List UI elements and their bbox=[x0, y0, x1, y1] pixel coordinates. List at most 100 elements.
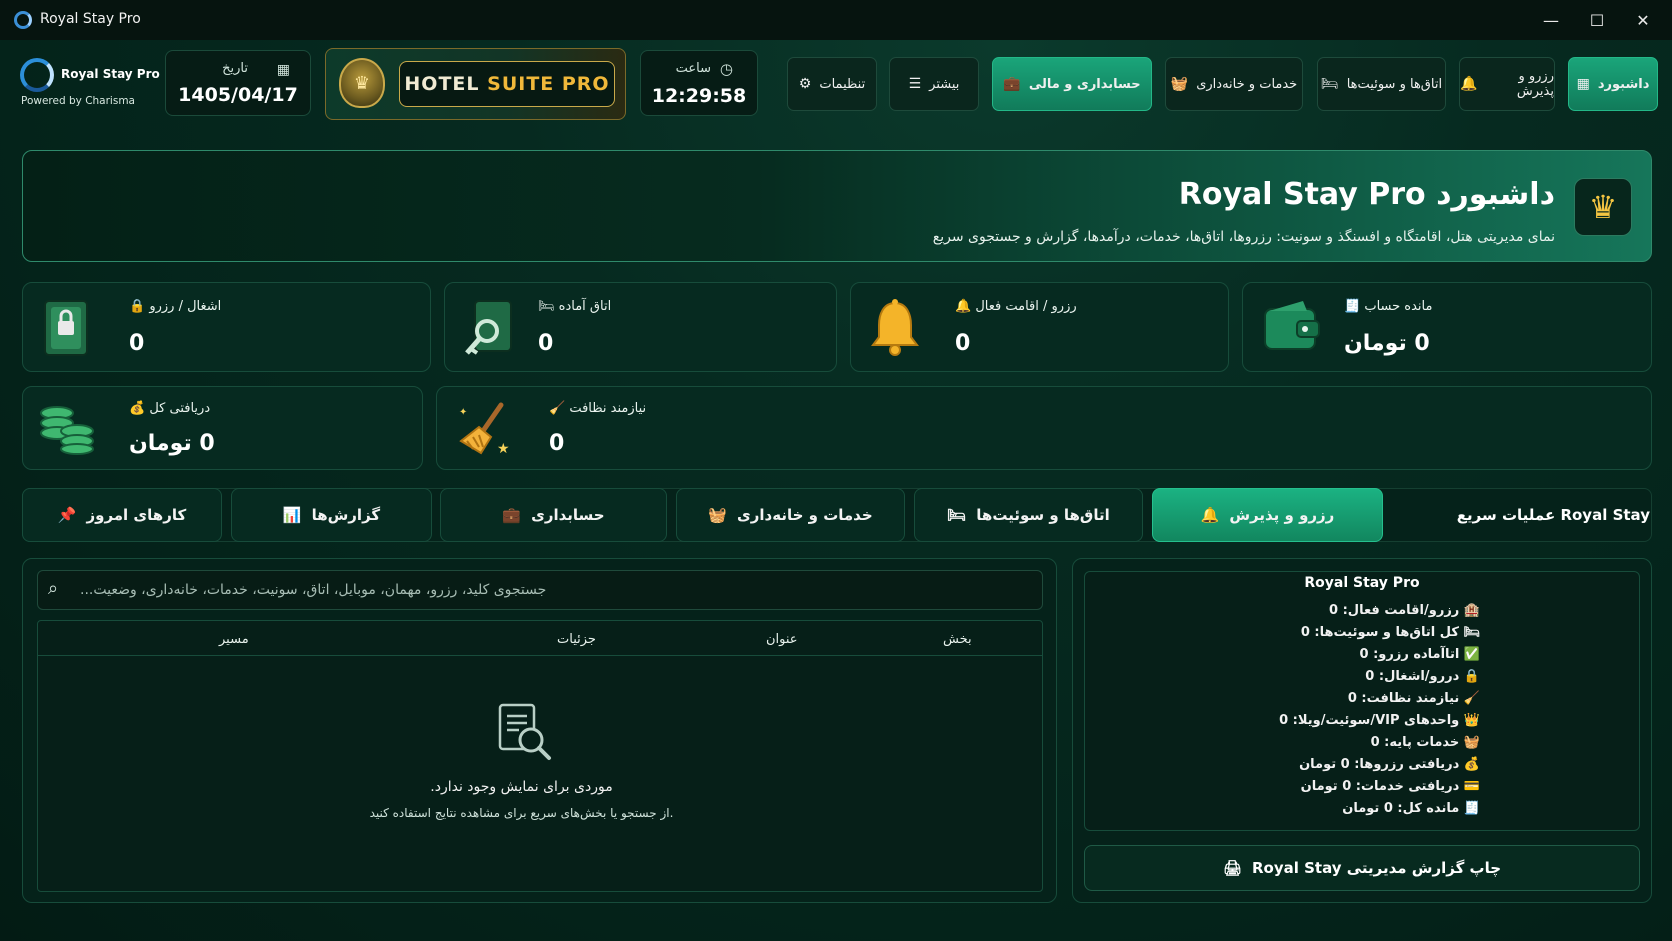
summary-row-icon: 🧾 bbox=[1463, 801, 1480, 816]
stat-active-stay-label: رزرو / اقامت فعال 🔔 bbox=[955, 299, 1077, 314]
stat-active-stay-text: رزرو / اقامت فعال bbox=[975, 299, 1077, 314]
nav-reservation[interactable]: رزرو و پذیرش 🔔 bbox=[1459, 57, 1555, 111]
chart-icon: 📊 bbox=[282, 506, 302, 524]
tab-reservation-label: رزرو و پذیرش bbox=[1229, 506, 1335, 524]
bell-icon: 🔔 bbox=[1460, 76, 1478, 92]
stat-balance: مانده حساب 🧾 0 تومان bbox=[1242, 282, 1652, 372]
brand-text-primary: HOTEL bbox=[404, 73, 480, 95]
date-value: 1405/04/17 bbox=[178, 84, 298, 106]
nav-dashboard[interactable]: داشبورد ▦ bbox=[1568, 57, 1658, 111]
summary-row-icon: 💰 bbox=[1463, 757, 1480, 772]
summary-row-icon: 🧹 bbox=[1463, 691, 1480, 706]
stat-active-stay: رزرو / اقامت فعال 🔔 0 bbox=[850, 282, 1229, 372]
search-icon: ⌕ bbox=[48, 578, 59, 599]
summary-row: 🧹 نیازمند نظافت: 0 bbox=[1100, 691, 1480, 706]
logo-name: Royal Stay Pro bbox=[61, 67, 160, 81]
summary-row: 🧾 مانده کل: 0 تومان bbox=[1100, 801, 1480, 816]
stat-cleaning: ★ ✦ نیازمند نظافت 🧹 0 bbox=[436, 386, 1652, 470]
stat-total-received-label: دریافتی کل 💰 bbox=[129, 401, 211, 416]
hero-title: داشبورد Royal Stay Pro bbox=[1178, 177, 1555, 212]
summary-row: 🏨 رزرو/اقامت فعال: 0 bbox=[1100, 603, 1480, 618]
broom-icon: ★ ✦ bbox=[457, 401, 513, 457]
tab-rooms[interactable]: اتاق‌ها و سوئیت‌ها 🛏 bbox=[914, 488, 1143, 542]
summary-row-icon: ✅ bbox=[1463, 647, 1480, 662]
search-input[interactable] bbox=[80, 571, 1040, 609]
column-header-details[interactable]: جزئیات bbox=[557, 632, 596, 647]
summary-row-text: دریافتی خدمات: 0 تومان bbox=[1300, 779, 1460, 794]
locked-door-icon bbox=[41, 299, 91, 357]
tab-rooms-label: اتاق‌ها و سوئیت‌ها bbox=[976, 506, 1110, 524]
nav-accounting-label: حسابداری و مالی bbox=[1028, 76, 1141, 92]
dashboard-icon: ▦ bbox=[1576, 76, 1590, 92]
column-header-title[interactable]: عنوان bbox=[766, 632, 798, 647]
summary-row: 👑 واحدهای VIP/سوئیت/ویلا: 0 bbox=[1100, 713, 1480, 728]
bed-icon: 🛏 bbox=[1320, 76, 1339, 92]
stat-balance-value: 0 تومان bbox=[1344, 331, 1430, 356]
summary-row-text: دریافتی رزروها: 0 تومان bbox=[1299, 757, 1460, 772]
nav-rooms-label: اتاق‌ها و سوئیت‌ها bbox=[1346, 76, 1443, 92]
summary-row-text: خدمات پایه: 0 bbox=[1370, 735, 1460, 750]
bucket-icon: 🧺 bbox=[708, 506, 728, 524]
pin-icon: 📌 bbox=[57, 506, 77, 524]
summary-row-text: واحدهای VIP/سوئیت/ویلا: 0 bbox=[1279, 713, 1460, 728]
tab-accounting[interactable]: حسابداری 💼 bbox=[440, 488, 667, 542]
stat-occupancy: اشغال / رزرو 🔒 0 bbox=[22, 282, 431, 372]
empty-state-title: موردی برای نمایش وجود ندارد. bbox=[430, 779, 613, 795]
coins-icon bbox=[37, 403, 95, 455]
stat-ready-room-value: 0 bbox=[538, 331, 554, 356]
tab-reports[interactable]: گزارش‌ها 📊 bbox=[231, 488, 432, 542]
summary-row: 💳 دریافتی خدمات: 0 تومان bbox=[1100, 779, 1480, 794]
stat-total-received-text: دریافتی کل bbox=[149, 401, 211, 416]
quick-ops-title: عملیات سریع Royal Stay bbox=[1456, 506, 1650, 524]
close-button[interactable]: ✕ bbox=[1626, 8, 1660, 32]
summary-row-icon: 💳 bbox=[1463, 779, 1480, 794]
nav-rooms[interactable]: اتاق‌ها و سوئیت‌ها 🛏 bbox=[1317, 57, 1446, 111]
tab-reservation[interactable]: رزرو و پذیرش 🔔 bbox=[1152, 488, 1383, 542]
nav-services[interactable]: خدمات و خانه‌داری 🧺 bbox=[1165, 57, 1303, 111]
briefcase-icon: 💼 bbox=[1003, 76, 1021, 92]
gear-icon: ⚙ bbox=[798, 76, 812, 92]
time-value: 12:29:58 bbox=[651, 85, 747, 107]
menu-icon: ☰ bbox=[908, 76, 922, 92]
date-label: تاریخ bbox=[222, 61, 248, 76]
stat-ready-room-text: اتاق آماده bbox=[558, 299, 612, 314]
summary-row-icon: 👑 bbox=[1463, 713, 1480, 728]
summary-row: 💰 دریافتی رزروها: 0 تومان bbox=[1100, 757, 1480, 772]
nav-more[interactable]: بیشتر ☰ bbox=[889, 57, 979, 111]
tab-today[interactable]: کارهای امروز 📌 bbox=[22, 488, 222, 542]
tab-accounting-label: حسابداری bbox=[531, 506, 605, 524]
print-report-button[interactable]: چاپ گزارش مدیریتی Royal Stay 🖨 bbox=[1084, 845, 1640, 891]
wallet-icon bbox=[1263, 299, 1321, 355]
column-header-path[interactable]: مسیر bbox=[219, 632, 249, 647]
column-header-section[interactable]: بخش bbox=[943, 632, 972, 647]
print-report-label: چاپ گزارش مدیریتی Royal Stay bbox=[1251, 859, 1502, 877]
summary-row-text: رزرو/اقامت فعال: 0 bbox=[1329, 603, 1460, 618]
bed-icon: 🛏 bbox=[947, 506, 967, 524]
nav-more-label: بیشتر bbox=[929, 76, 960, 92]
app-logo-icon bbox=[14, 11, 32, 29]
nav-services-label: خدمات و خانه‌داری bbox=[1196, 76, 1298, 92]
tab-services[interactable]: خدمات و خانه‌داری 🧺 bbox=[676, 488, 905, 542]
maximize-button[interactable]: ☐ bbox=[1580, 8, 1614, 32]
stat-cleaning-value: 0 bbox=[549, 431, 565, 456]
logo-subtitle: Powered by Charisma bbox=[21, 95, 135, 107]
document-search-icon bbox=[497, 702, 553, 762]
title-bar: Royal Stay Pro — ☐ ✕ bbox=[0, 0, 1672, 40]
nav-dashboard-label: داشبورد bbox=[1597, 76, 1650, 92]
bell-icon: 🔔 bbox=[1200, 506, 1220, 524]
logo-icon bbox=[20, 58, 54, 92]
brand-badge: HOTEL SUITE PRO bbox=[399, 61, 615, 107]
summary-row-text: نیازمند نظافت: 0 bbox=[1347, 691, 1460, 706]
date-card: تاریخ ▦ 1405/04/17 bbox=[165, 50, 311, 116]
tab-today-label: کارهای امروز bbox=[86, 506, 187, 524]
minimize-button[interactable]: — bbox=[1534, 8, 1568, 32]
briefcase-icon: 💼 bbox=[502, 506, 522, 524]
svg-text:✦: ✦ bbox=[459, 407, 467, 418]
tab-services-label: خدمات و خانه‌داری bbox=[737, 506, 873, 524]
nav-settings[interactable]: تنظیمات ⚙ bbox=[787, 57, 877, 111]
stat-occupancy-label: اشغال / رزرو 🔒 bbox=[129, 299, 222, 314]
empty-state-subtitle: .از جستجو یا بخش‌های سریع برای مشاهده نت… bbox=[369, 806, 674, 820]
nav-accounting[interactable]: حسابداری و مالی 💼 bbox=[992, 57, 1152, 111]
stat-balance-label: مانده حساب 🧾 bbox=[1344, 299, 1433, 314]
stat-total-received: دریافتی کل 💰 0 تومان bbox=[22, 386, 423, 470]
